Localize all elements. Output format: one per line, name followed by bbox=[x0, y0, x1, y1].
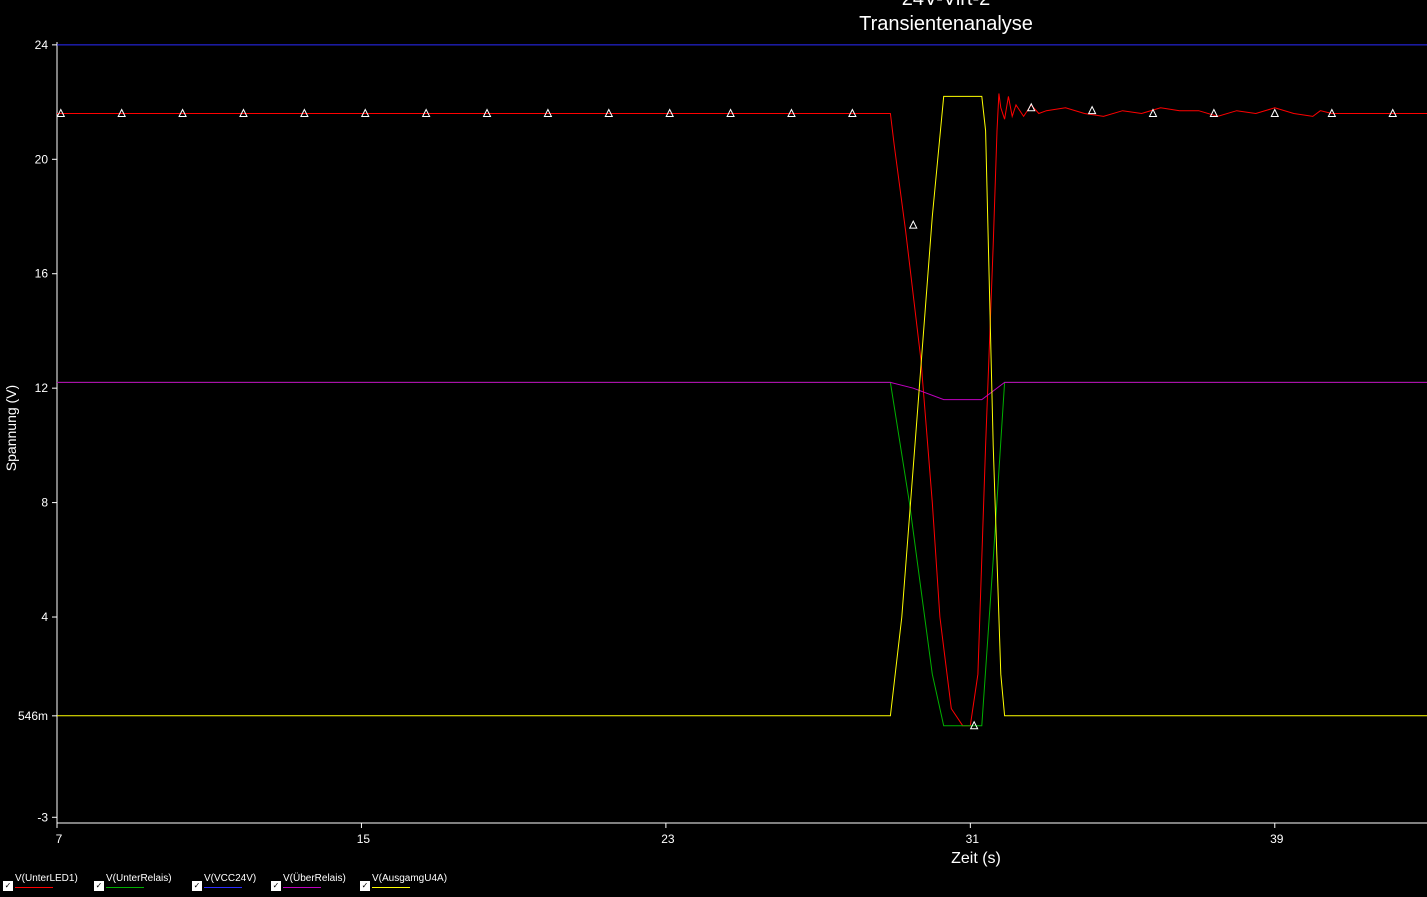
y-tick-label: 20 bbox=[35, 152, 49, 166]
legend-swatch bbox=[372, 887, 410, 888]
series-marker bbox=[1270, 108, 1280, 118]
legend-swatch bbox=[106, 887, 144, 888]
series-line bbox=[57, 381, 1427, 727]
legend-label: V(ÜberRelais) bbox=[283, 873, 346, 884]
series-line bbox=[57, 95, 1427, 717]
chart-axes: 24 20 16 12 8 4 546m -3 7 15 23 31 39 bbox=[18, 38, 1427, 846]
legend-checkbox[interactable]: ✓ bbox=[271, 881, 281, 891]
series-line bbox=[57, 381, 1427, 401]
legend-checkbox[interactable]: ✓ bbox=[94, 881, 104, 891]
x-tick-label: 31 bbox=[966, 832, 980, 846]
chart-series bbox=[57, 44, 1427, 727]
x-tick-label: 23 bbox=[661, 832, 675, 846]
legend-label: V(UnterLED1) bbox=[15, 873, 78, 884]
legend-checkbox[interactable]: ✓ bbox=[360, 881, 370, 891]
legend-checkbox[interactable]: ✓ bbox=[3, 881, 13, 891]
chart-subtitle: Transientenanalyse bbox=[859, 13, 1033, 35]
x-tick-label: 15 bbox=[357, 832, 371, 846]
x-axis-label: Zeit (s) bbox=[951, 850, 1001, 867]
chart-title: 24V-Virt-2 bbox=[902, 0, 991, 11]
series-line bbox=[57, 93, 1427, 727]
legend-swatch bbox=[204, 887, 242, 888]
y-tick-label: 16 bbox=[35, 267, 49, 281]
chart-markers bbox=[56, 102, 1398, 730]
y-tick-label: 24 bbox=[35, 38, 49, 52]
legend-checkbox[interactable]: ✓ bbox=[192, 881, 202, 891]
x-tick-label: 7 bbox=[56, 832, 63, 846]
transient-chart: 24 20 16 12 8 4 546m -3 7 15 23 31 39 bbox=[18, 38, 1427, 846]
y-tick-label: 12 bbox=[35, 381, 49, 395]
chart-legend: ✓ V(UnterLED1) ✓ V(UnterRelais) ✓ V(VCC24V) ✓ V… bbox=[3, 873, 503, 895]
legend-label: V(AusgamgU4A) bbox=[372, 873, 448, 884]
legend-swatch bbox=[283, 887, 321, 888]
y-tick-label: 8 bbox=[41, 496, 48, 510]
y-tick-label: 546m bbox=[18, 709, 48, 723]
y-axis-label: Spannung (V) bbox=[3, 384, 19, 472]
series-marker bbox=[1087, 105, 1097, 115]
y-tick-label: -3 bbox=[37, 810, 48, 824]
series-marker bbox=[908, 219, 918, 229]
legend-label: V(UnterRelais) bbox=[106, 873, 172, 884]
y-tick-label: 4 bbox=[41, 610, 48, 624]
legend-swatch bbox=[15, 887, 53, 888]
legend-label: V(VCC24V) bbox=[204, 873, 257, 884]
x-tick-label: 39 bbox=[1270, 832, 1284, 846]
